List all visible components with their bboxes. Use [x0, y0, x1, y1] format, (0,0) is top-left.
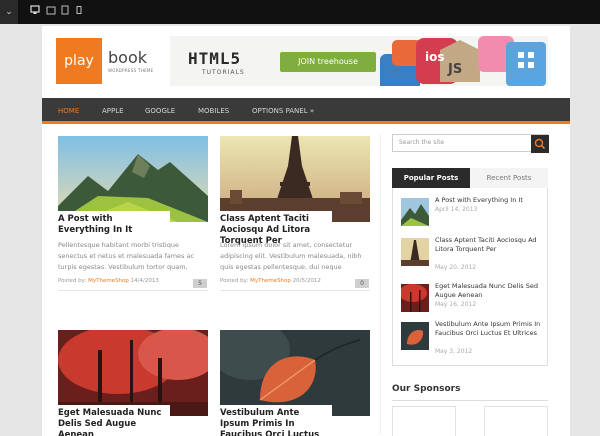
- logo-book[interactable]: book: [108, 48, 147, 67]
- header-banner-ad[interactable]: HTML5 TUTORIALS JOIN treehouse ios JS: [170, 36, 548, 86]
- search-icon: [534, 138, 546, 150]
- ad-tiles-illustration: [380, 36, 546, 86]
- sponsor-slot[interactable]: [484, 406, 548, 436]
- post-date: 14/4/2013: [130, 278, 159, 284]
- search-placeholder: Search the site: [399, 139, 445, 146]
- popular-post-date: May 16, 2012: [435, 301, 477, 308]
- meta-divider: [220, 290, 370, 291]
- popular-post-date: April 14, 2013: [435, 206, 478, 213]
- post-title[interactable]: Vestibulum Ante Ipsum Primis In Faucibus…: [220, 405, 332, 436]
- popular-thumb-eiffel: [401, 238, 429, 266]
- comment-count-badge[interactable]: 0: [355, 279, 369, 288]
- post-author-link[interactable]: MyThemeShop: [250, 278, 291, 284]
- search-button[interactable]: [531, 135, 549, 153]
- popular-thumb-mountain: [401, 198, 429, 226]
- popular-post-date: May 20, 2012: [435, 264, 477, 271]
- post-author-link[interactable]: MyThemeShop: [88, 278, 129, 284]
- content-divider: [380, 134, 381, 434]
- popular-thumb-leaf: [401, 322, 429, 350]
- post-excerpt: Pellentesque habitant morbi tristique se…: [58, 241, 195, 271]
- meta-divider: [58, 290, 208, 291]
- comment-count-badge[interactable]: 5: [193, 279, 207, 288]
- ad-join-button[interactable]: JOIN treehouse: [280, 52, 376, 72]
- post-thumbnail-leaf[interactable]: [220, 330, 370, 416]
- popular-post-title[interactable]: A Post with Everything In It: [435, 196, 545, 205]
- phone-icon[interactable]: [74, 5, 84, 19]
- popular-post-date: May 3, 2012: [435, 348, 473, 355]
- nav-options-panel[interactable]: OPTIONS PANEL »: [252, 106, 314, 116]
- popular-posts-list: A Post with Everything In It April 14, 2…: [392, 188, 548, 366]
- post-thumbnail-red-forest[interactable]: [58, 330, 208, 416]
- post-excerpt: Lorem ipsum dolor sit amet, consectetur …: [220, 241, 362, 271]
- tab-recent-posts[interactable]: Recent Posts: [470, 168, 548, 188]
- post-title[interactable]: Eget Malesuada Nunc Delis Sed Augue Aene…: [58, 405, 170, 436]
- desktop-icon[interactable]: [30, 5, 40, 19]
- site-header: play book WORDPRESS THEME HTML5 TUTORIAL…: [42, 26, 570, 96]
- nav-google[interactable]: GOOGLE: [145, 106, 175, 116]
- ad-subheading: TUTORIALS: [202, 69, 245, 76]
- posted-by-label: Posted by:: [58, 278, 87, 284]
- ad-tile-js: JS: [448, 62, 463, 77]
- sponsors-heading: Our Sponsors: [392, 384, 461, 394]
- tablet-landscape-icon[interactable]: [46, 5, 56, 19]
- tab-popular-posts[interactable]: Popular Posts: [392, 168, 470, 188]
- post-meta: Posted by: MyThemeShop 20/5/2012: [220, 278, 370, 284]
- logo-tagline: WORDPRESS THEME: [108, 68, 154, 73]
- ad-heading: HTML5: [188, 49, 242, 68]
- post-thumbnail-eiffel[interactable]: [220, 136, 370, 222]
- chevron-down-icon[interactable]: ⌄: [0, 0, 18, 24]
- popular-post-title[interactable]: Class Aptent Taciti Aociosqu Ad Litora T…: [435, 236, 545, 254]
- ad-tile-ios: ios: [425, 50, 445, 64]
- nav-home[interactable]: HOME: [58, 106, 79, 116]
- search-input[interactable]: Search the site: [392, 134, 549, 153]
- sponsors-divider: [392, 400, 548, 401]
- list-item[interactable]: Vestibulum Ante Ipsum Primis In Faucibus…: [401, 320, 541, 360]
- list-item[interactable]: Eget Malesuada Nunc Delis Sed Augue Aene…: [401, 282, 541, 322]
- post-title[interactable]: A Post with Everything In It: [58, 211, 170, 236]
- popular-post-title[interactable]: Eget Malesuada Nunc Delis Sed Augue Aene…: [435, 282, 545, 300]
- nav-mobiles[interactable]: MOBILES: [198, 106, 229, 116]
- popular-thumb-red-forest: [401, 284, 429, 312]
- logo-play[interactable]: play: [56, 38, 102, 84]
- list-item[interactable]: A Post with Everything In It April 14, 2…: [401, 196, 541, 236]
- post-meta: Posted by: MyThemeShop 14/4/2013: [58, 278, 208, 284]
- nav-apple[interactable]: APPLE: [102, 106, 124, 116]
- posted-by-label: Posted by:: [220, 278, 249, 284]
- tablet-portrait-icon[interactable]: [60, 5, 70, 19]
- post-tabs: Popular Posts Recent Posts: [392, 168, 548, 188]
- popular-post-title[interactable]: Vestibulum Ante Ipsum Primis In Faucibus…: [435, 320, 545, 338]
- sponsor-slot[interactable]: [392, 406, 456, 436]
- main-navigation: HOME APPLE GOOGLE MOBILES OPTIONS PANEL …: [42, 98, 570, 124]
- list-item[interactable]: Class Aptent Taciti Aociosqu Ad Litora T…: [401, 236, 541, 276]
- preview-toolbar: ⌄: [0, 0, 600, 24]
- post-date: 20/5/2012: [292, 278, 321, 284]
- theme-preview-page: play book WORDPRESS THEME HTML5 TUTORIAL…: [42, 26, 570, 436]
- post-thumbnail-mountain[interactable]: [58, 136, 208, 222]
